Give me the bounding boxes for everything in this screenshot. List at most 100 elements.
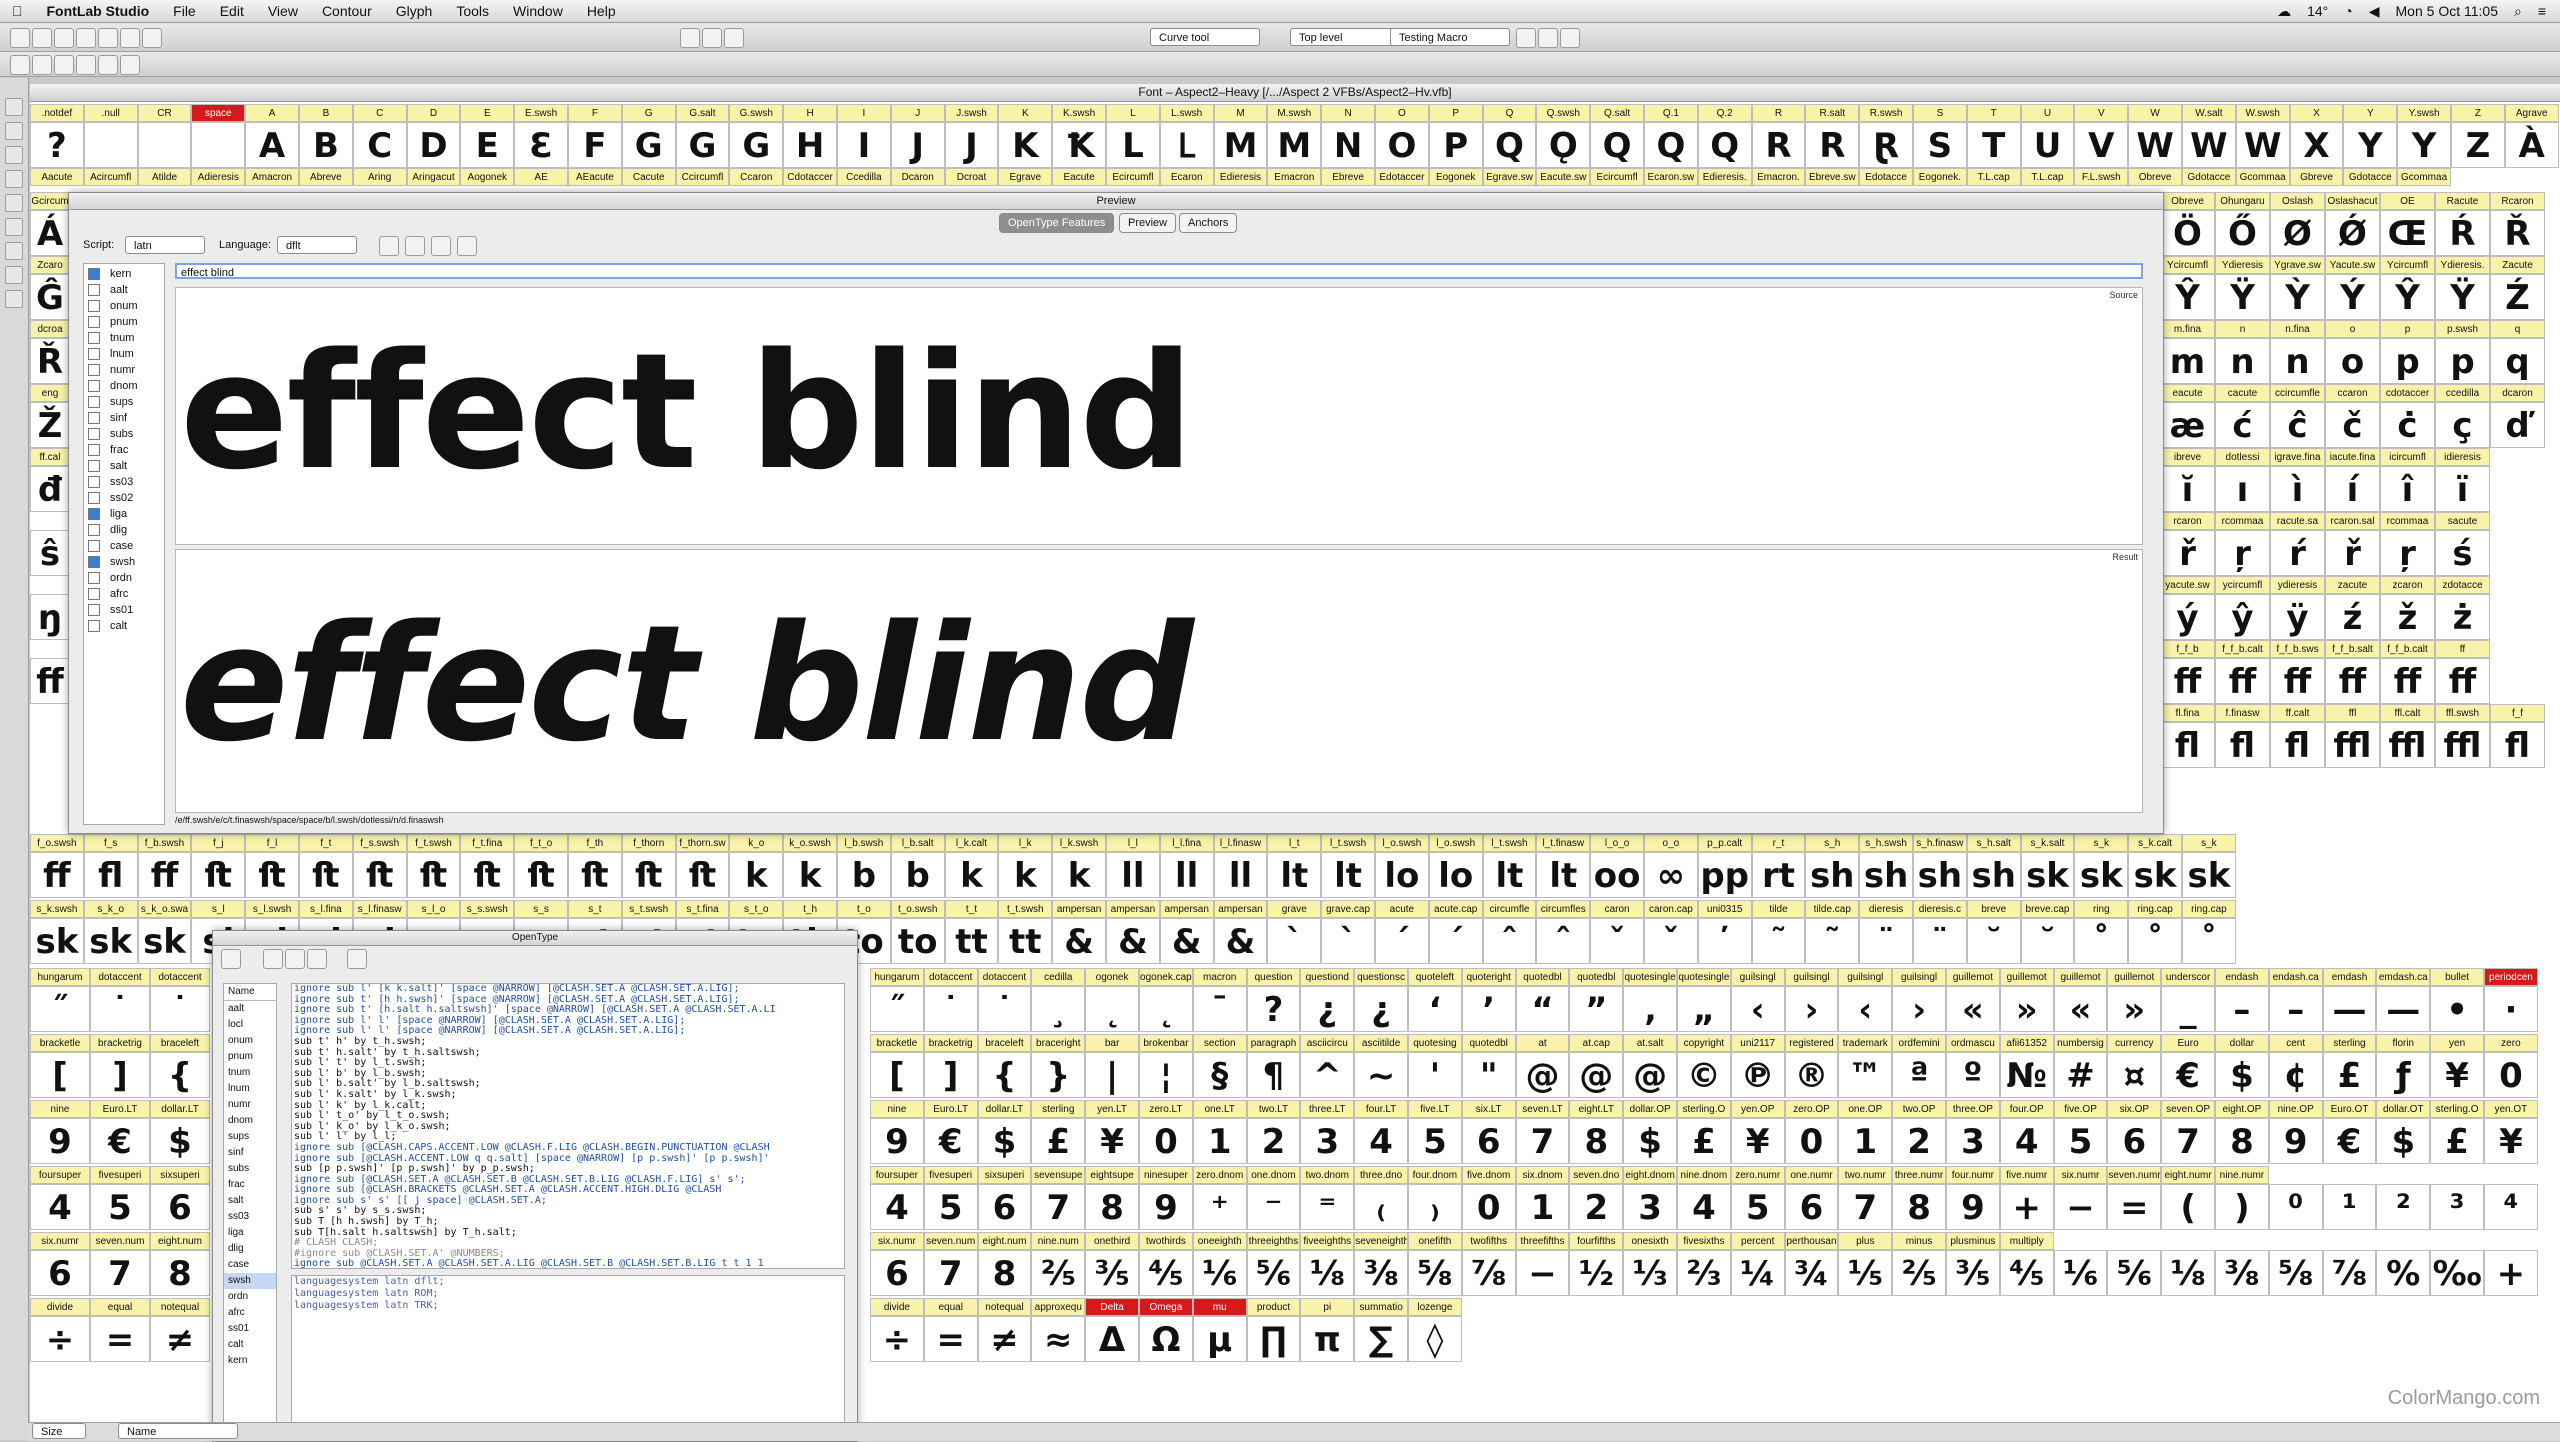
glyph-cell[interactable]: »: [1999, 986, 2054, 1032]
glyph-cell[interactable]: ´: [1375, 918, 1429, 964]
glyph-cell[interactable]: =: [923, 1316, 978, 1362]
glyph-cell[interactable]: 0: [1139, 1118, 1193, 1164]
size-icon[interactable]: [405, 236, 425, 256]
glyph-cell[interactable]: =: [2107, 1184, 2162, 1230]
glyph-cell[interactable]: ˛: [1085, 986, 1139, 1032]
glyph-cell[interactable]: ⁻: [1246, 1184, 1301, 1230]
glyph-cell[interactable]: O: [1375, 122, 1429, 168]
glyph-cell[interactable]: Ꝁ: [1052, 122, 1106, 168]
glyph-cell[interactable]: [: [30, 1052, 90, 1098]
glyph-cell[interactable]: 8: [1892, 1184, 1946, 1230]
glyph-cell[interactable]: p: [2435, 338, 2490, 384]
glyph-cell[interactable]: №: [1999, 1052, 2054, 1098]
glyph-cell[interactable]: ﬅ: [406, 852, 461, 898]
glyph-cell[interactable]: —: [2376, 986, 2431, 1032]
feature-checkbox[interactable]: [88, 380, 100, 393]
node-tool-icon[interactable]: [98, 28, 118, 48]
glyph-cell[interactable]: ]: [923, 1052, 978, 1098]
ot-feature-item[interactable]: afrc: [224, 1305, 276, 1321]
glyph-cell[interactable]: 7: [2161, 1118, 2215, 1164]
ot-feature-item[interactable]: pnum: [224, 1049, 276, 1065]
glyph-cell[interactable]: p: [2380, 338, 2435, 384]
glyph-cell[interactable]: ﬀ: [137, 852, 192, 898]
glyph-cell[interactable]: sk: [83, 918, 138, 964]
glyph-cell[interactable]: C: [352, 122, 407, 168]
glyph-cell[interactable]: @: [1515, 1052, 1570, 1098]
glyph-cell[interactable]: G: [729, 122, 784, 168]
glyph-cell[interactable]: 3: [1946, 1118, 2000, 1164]
feature-checkbox[interactable]: [88, 412, 100, 425]
glyph-cell[interactable]: 2: [1569, 1184, 1624, 1230]
ot-export-icon[interactable]: [307, 949, 327, 969]
glyph-cell[interactable]: D: [406, 122, 461, 168]
glyph-cell[interactable]: sh: [1913, 852, 1967, 898]
glyph-cell[interactable]: 7: [1515, 1118, 1570, 1164]
glyph-cell[interactable]: ®: [1784, 1052, 1839, 1098]
strip-tool-3-icon[interactable]: [5, 146, 23, 164]
glyph-cell[interactable]: Q: [1697, 122, 1752, 168]
glyph-cell[interactable]: Y: [2343, 122, 2398, 168]
rotate-icon[interactable]: [120, 55, 140, 75]
glyph-cell[interactable]: [83, 122, 138, 168]
level-select[interactable]: Top level: [1290, 28, 1400, 46]
name-select[interactable]: Name: [118, 1423, 238, 1439]
glyph-cell[interactable]: 6: [1784, 1184, 1839, 1230]
glyph-cell[interactable]: Q: [1644, 122, 1698, 168]
ot-language-editor[interactable]: languagesystem latn dflt; languagesystem …: [291, 1275, 845, 1431]
app-menu[interactable]: FontLab Studio: [35, 3, 162, 19]
glyph-cell[interactable]: 7: [90, 1250, 150, 1296]
lasso-icon[interactable]: [10, 55, 30, 75]
glyph-cell[interactable]: ⅛: [2161, 1250, 2215, 1296]
glyph-cell[interactable]: ∏: [1246, 1316, 1301, 1362]
menu-contour[interactable]: Contour: [310, 3, 384, 19]
menu-glyph[interactable]: Glyph: [384, 3, 445, 19]
ot-feature-item[interactable]: ordn: [224, 1289, 276, 1305]
glyph-cell[interactable]: Á: [30, 210, 70, 256]
ot-feature-item[interactable]: numr: [224, 1097, 276, 1113]
glyph-cell[interactable]: ˝: [870, 986, 924, 1032]
glyph-cell[interactable]: Ⳑ: [1159, 122, 1214, 168]
glyph-cell[interactable]: R: [1805, 122, 1860, 168]
curve-tool-select[interactable]: Curve tool: [1150, 28, 1260, 46]
ot-feature-item[interactable]: dlig: [224, 1241, 276, 1257]
glyph-cell[interactable]: 4: [30, 1184, 90, 1230]
glyph-cell[interactable]: Ø: [2270, 210, 2325, 256]
glyph-cell[interactable]: ~: [1354, 1052, 1408, 1098]
glyph-cell[interactable]: ć: [2215, 402, 2270, 448]
glyph-cell[interactable]: ˚: [2128, 918, 2182, 964]
glyph-cell[interactable]: 6: [870, 1250, 924, 1296]
glyph-cell[interactable]: 1: [1515, 1184, 1570, 1230]
glyph-cell[interactable]: ﬀ: [30, 658, 70, 704]
ot-feature-item[interactable]: sinf: [224, 1145, 276, 1161]
feature-checkbox[interactable]: [88, 284, 100, 297]
glyph-cell[interactable]: ﬀ: [30, 852, 84, 898]
glyph-cell[interactable]: ll: [1106, 852, 1160, 898]
glyph-cell[interactable]: &: [1159, 918, 1214, 964]
glyph-cell[interactable]: B: [299, 122, 353, 168]
glyph-cell[interactable]: ^: [1300, 1052, 1355, 1098]
glyph-cell[interactable]: ś: [2435, 530, 2490, 576]
menu-view[interactable]: View: [256, 3, 310, 19]
glyph-cell[interactable]: &: [1213, 918, 1268, 964]
glyph-cell[interactable]: 1: [1838, 1118, 1893, 1164]
feature-toggle-pnum[interactable]: pnum: [88, 314, 138, 330]
glyph-cell[interactable]: Ŕ: [2435, 210, 2490, 256]
glyph-cell[interactable]: ì: [2270, 466, 2325, 512]
glyph-cell[interactable]: ŗ: [2380, 530, 2435, 576]
glyph-cell[interactable]: %: [2376, 1250, 2431, 1296]
glyph-cell[interactable]: ⅓: [1623, 1250, 1677, 1296]
strip-tool-6-icon[interactable]: [5, 218, 23, 236]
feature-toggle-ss02[interactable]: ss02: [88, 490, 133, 506]
feature-toggle-onum[interactable]: onum: [88, 298, 138, 314]
glyph-cell[interactable]: 6: [150, 1184, 210, 1230]
glyph-cell[interactable]: Ɛ: [514, 122, 568, 168]
glyph-cell[interactable]: 7: [1838, 1184, 1893, 1230]
glyph-cell[interactable]: {: [150, 1052, 210, 1098]
feature-checkbox[interactable]: [88, 332, 100, 345]
glyph-cell[interactable]: ≠: [977, 1316, 1032, 1362]
glyph-cell[interactable]: ˙: [150, 986, 210, 1032]
glyph-cell[interactable]: ⅛: [1300, 1250, 1355, 1296]
play-icon[interactable]: [1516, 28, 1536, 48]
glyph-cell[interactable]: Ǫ: [1536, 122, 1591, 168]
glyph-cell[interactable]: ‹: [1838, 986, 1893, 1032]
